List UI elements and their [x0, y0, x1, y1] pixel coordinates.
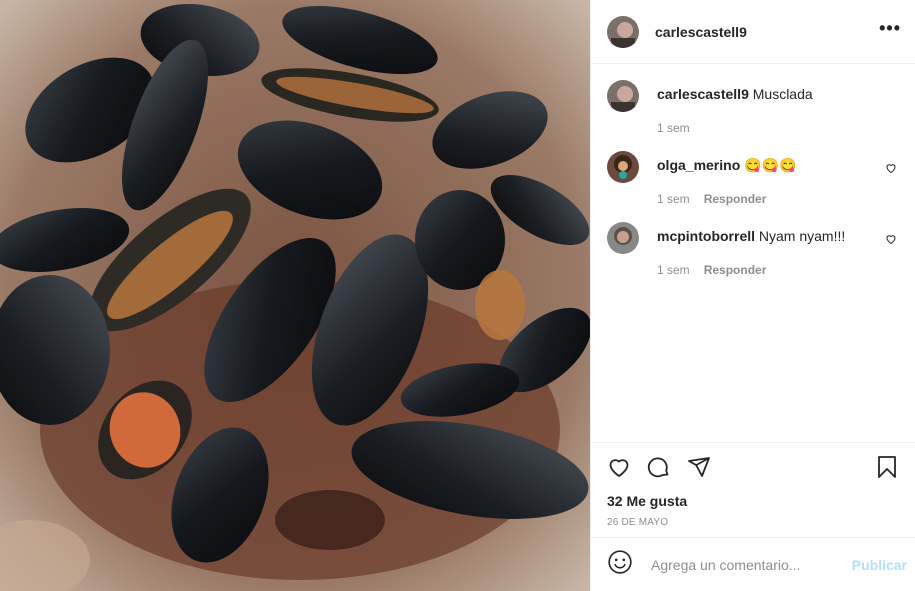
comment-username[interactable]: mcpintoborrell [657, 228, 755, 244]
post-photo[interactable] [0, 0, 590, 591]
bookmark-icon[interactable] [875, 455, 899, 484]
commenter-avatar[interactable] [607, 222, 639, 254]
commenter-avatar[interactable] [607, 80, 639, 112]
comments-list: carlescastell9 Musclada 1 sem olga_merin… [591, 64, 915, 279]
comment-time[interactable]: 1 sem [657, 190, 690, 208]
comment-body: carlescastell9 Musclada 1 sem [657, 80, 899, 137]
comment-text: 😋😋😋 [744, 157, 797, 173]
action-icons [607, 455, 899, 483]
share-icon[interactable] [687, 455, 711, 484]
mussels-image [0, 0, 590, 591]
comment-username[interactable]: carlescastell9 [657, 86, 749, 102]
publish-button[interactable]: Publicar [852, 557, 907, 573]
author-avatar[interactable] [607, 15, 639, 48]
comment-body: mcpintoborrell Nyam nyam!!! 1 sem Respon… [657, 222, 899, 279]
comment-meta: 1 sem Responder [657, 190, 899, 208]
like-comment-heart-icon[interactable] [885, 161, 897, 179]
comment-input[interactable] [649, 555, 852, 574]
comment-text: Nyam nyam!!! [758, 228, 846, 244]
comment-item: olga_merino 😋😋😋 1 sem Responder [607, 151, 899, 208]
heart-icon[interactable] [607, 455, 631, 484]
comment-username[interactable]: olga_merino [657, 157, 740, 173]
add-comment-bar: Publicar [591, 537, 915, 591]
comment-time[interactable]: 1 sem [657, 261, 690, 279]
post-actions: 32 Me gusta 26 DE MAYO [591, 442, 915, 528]
likes-count[interactable]: 32 Me gusta [607, 493, 899, 509]
instagram-post: carlescastell9 ••• carlescastell9 Muscla… [0, 0, 915, 591]
emoji-icon[interactable] [607, 549, 633, 580]
comment-body: olga_merino 😋😋😋 1 sem Responder [657, 151, 899, 208]
comment-meta: 1 sem [657, 119, 899, 137]
caption: carlescastell9 Musclada 1 sem [607, 80, 899, 137]
like-comment-heart-icon[interactable] [885, 232, 897, 250]
post-date[interactable]: 26 DE MAYO [607, 517, 899, 528]
comment-text: Musclada [752, 86, 813, 102]
comment-meta: 1 sem Responder [657, 261, 899, 279]
commenter-avatar[interactable] [607, 151, 639, 183]
reply-button[interactable]: Responder [704, 190, 767, 208]
reply-button[interactable]: Responder [704, 261, 767, 279]
post-header: carlescastell9 ••• [591, 0, 915, 64]
post-sidebar: carlescastell9 ••• carlescastell9 Muscla… [590, 0, 915, 591]
comment-time[interactable]: 1 sem [657, 119, 690, 137]
comment-icon[interactable] [647, 455, 671, 484]
author-username[interactable]: carlescastell9 [655, 24, 747, 40]
comment-item: mcpintoborrell Nyam nyam!!! 1 sem Respon… [607, 222, 899, 279]
more-options-icon[interactable]: ••• [879, 19, 901, 41]
